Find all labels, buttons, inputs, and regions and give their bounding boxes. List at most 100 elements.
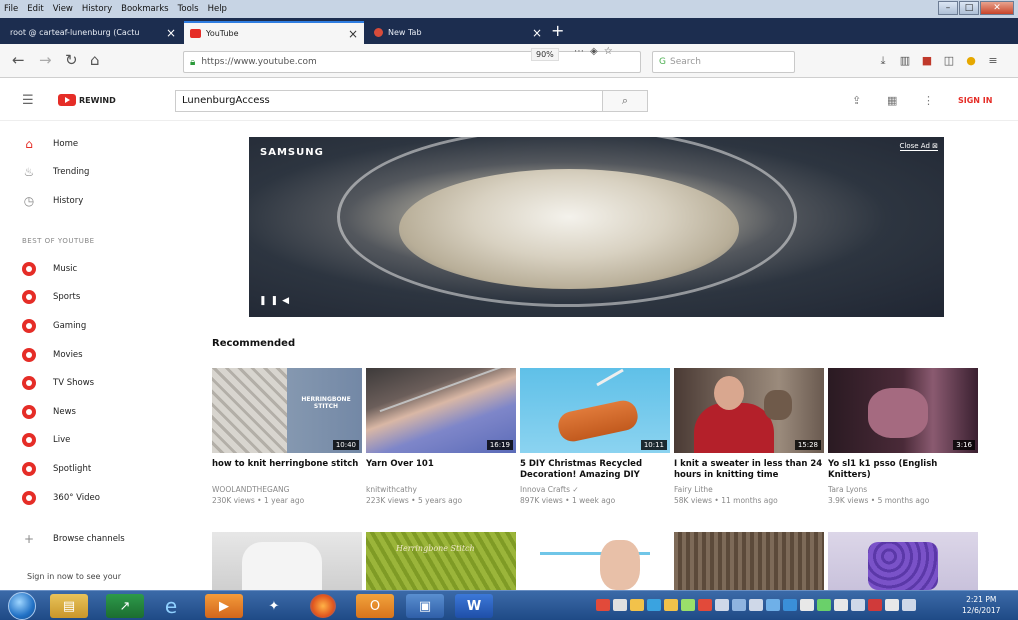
menu-edit[interactable]: Edit (27, 4, 43, 14)
start-button[interactable] (8, 592, 36, 620)
minimize-button[interactable]: – (938, 1, 958, 15)
video-channel[interactable]: Innova Crafts ✓ (520, 485, 670, 494)
video-title[interactable]: Yo sl1 k1 psso (English Knitters) (828, 459, 978, 481)
network-tray-icon[interactable] (851, 599, 865, 611)
maximize-button[interactable]: □ (959, 1, 979, 15)
video-card[interactable]: 15:28 I knit a sweater in less than 24 h… (674, 368, 824, 505)
tray-icon[interactable] (885, 599, 899, 611)
hamburger-menu-icon[interactable]: ≡ (982, 54, 1004, 68)
video-card[interactable]: HERRINGBONE STITCH 10:40 how to knit her… (212, 368, 362, 505)
internet-explorer-icon[interactable]: e (152, 594, 190, 618)
reload-icon[interactable]: ↻ (65, 52, 78, 68)
close-tab-icon[interactable]: × (166, 26, 176, 40)
tray-icon[interactable] (681, 599, 695, 611)
home-icon[interactable]: ⌂ (90, 52, 100, 68)
sidebar-item-news[interactable]: News (22, 403, 76, 421)
tab-cacti[interactable]: root @ carteaf-lunenburg (Cactu × (4, 21, 182, 44)
close-tab-icon[interactable]: × (348, 27, 358, 41)
volume-icon[interactable]: ◀ (282, 296, 293, 306)
sidebar-item-sports[interactable]: Sports (22, 288, 80, 306)
menu-history[interactable]: History (82, 4, 112, 14)
pause-icon[interactable]: ❚❚ (259, 296, 282, 306)
ad-playback-controls[interactable]: ❚❚◀ (259, 296, 293, 306)
tray-icon[interactable] (613, 599, 627, 611)
extension-icon[interactable]: ■ (916, 54, 938, 68)
video-card[interactable]: 16:19 Yarn Over 101 knitwithcathy 223K v… (366, 368, 516, 505)
url-bar[interactable]: 🔒︎ https://www.youtube.com (183, 51, 641, 73)
menu-file[interactable]: File (4, 4, 18, 14)
video-title[interactable]: Yarn Over 101 (366, 459, 516, 481)
youtube-search-button[interactable]: ⌕ (603, 90, 648, 112)
video-thumbnail[interactable]: 16:19 (366, 368, 516, 453)
settings-dots-icon[interactable]: ⋮ (923, 94, 934, 107)
upload-icon[interactable]: ⇪ (852, 94, 861, 107)
volume-tray-icon[interactable] (834, 599, 848, 611)
downloads-icon[interactable]: ⤓ (872, 54, 894, 68)
video-title[interactable]: 5 DIY Christmas Recycled Decoration! Ama… (520, 459, 670, 481)
tray-icon[interactable] (630, 599, 644, 611)
close-ad-button[interactable]: Close Ad ⊠ (899, 142, 938, 151)
close-window-button[interactable]: ✕ (980, 1, 1014, 15)
video-title[interactable]: how to knit herringbone stitch (212, 459, 362, 481)
tray-icon[interactable] (647, 599, 661, 611)
pocket-icon[interactable]: ◈ (590, 46, 604, 57)
video-thumbnail[interactable]: 10:11 (520, 368, 670, 453)
close-tab-icon[interactable]: × (532, 26, 542, 40)
apps-grid-icon[interactable]: ▦ (887, 94, 897, 107)
tray-icon[interactable] (596, 599, 610, 611)
more-actions-icon[interactable]: ⋯ (574, 46, 590, 57)
video-card[interactable]: 10:11 5 DIY Christmas Recycled Decoratio… (520, 368, 670, 505)
sign-in-button[interactable]: SIGN IN (958, 96, 992, 105)
tray-icon[interactable] (902, 599, 916, 611)
sidebar-item-home[interactable]: ⌂ Home (22, 135, 78, 153)
sidebar-item-tv-shows[interactable]: TV Shows (22, 374, 94, 392)
remote-desktop-icon[interactable]: ▣ (406, 594, 444, 618)
taskbar-clock[interactable]: 2:21 PM 12/6/2017 (962, 594, 1000, 616)
notification-icon[interactable]: ● (960, 54, 982, 68)
bookmark-star-icon[interactable]: ☆ (604, 46, 619, 57)
video-channel[interactable]: knitwithcathy (366, 485, 516, 494)
video-thumbnail[interactable] (674, 532, 824, 590)
tray-icon[interactable] (698, 599, 712, 611)
zoom-level[interactable]: 90% (531, 48, 559, 61)
menu-view[interactable]: View (53, 4, 73, 14)
sidebar-item-browse-channels[interactable]: + Browse channels (22, 530, 125, 548)
sidebar-item-movies[interactable]: Movies (22, 346, 83, 364)
video-thumbnail[interactable]: HERRINGBONE STITCH 10:40 (212, 368, 362, 453)
file-explorer-icon[interactable]: ▤ (50, 594, 88, 618)
menu-tools[interactable]: Tools (178, 4, 199, 14)
outlook-icon[interactable]: O (356, 594, 394, 618)
tray-icon[interactable] (749, 599, 763, 611)
video-thumbnail[interactable] (520, 532, 670, 590)
video-thumbnail[interactable] (212, 532, 362, 590)
tray-icon[interactable] (732, 599, 746, 611)
new-tab-button[interactable]: + (551, 22, 564, 40)
video-card[interactable]: 3:16 Yo sl1 k1 psso (English Knitters) T… (828, 368, 978, 505)
menu-help[interactable]: Help (208, 4, 227, 14)
sidebar-item-music[interactable]: Music (22, 260, 77, 278)
tray-icon[interactable] (783, 599, 797, 611)
sidebar-item-360-video[interactable]: 360° Video (22, 489, 100, 507)
youtube-search-input[interactable]: LunenburgAccess (175, 90, 603, 112)
youtube-logo[interactable]: REWIND (58, 94, 116, 106)
video-thumbnail[interactable]: Herringbone Stitch (366, 532, 516, 590)
chart-app-icon[interactable]: ↗ (106, 594, 144, 618)
sidebar-item-live[interactable]: Live (22, 431, 70, 449)
sidebar-item-history[interactable]: ◷ History (22, 192, 84, 210)
video-title[interactable]: I knit a sweater in less than 24 hours i… (674, 459, 824, 481)
tab-youtube[interactable]: YouTube × (184, 21, 364, 44)
library-icon[interactable]: ▥ (894, 54, 916, 68)
video-channel[interactable]: Tara Lyons (828, 485, 978, 494)
ad-banner[interactable]: SAMSUNG Close Ad ⊠ ❚❚◀ (249, 137, 944, 317)
video-thumbnail[interactable]: 15:28 (674, 368, 824, 453)
sidebar-item-gaming[interactable]: Gaming (22, 317, 86, 335)
video-thumbnail[interactable] (828, 532, 978, 590)
tray-icon[interactable] (766, 599, 780, 611)
sidebar-toggle-icon[interactable]: ◫ (938, 54, 960, 68)
network-app-icon[interactable]: ✦ (255, 594, 293, 618)
sidebar-item-trending[interactable]: ♨ Trending (22, 163, 90, 181)
guide-menu-icon[interactable]: ☰ (22, 93, 34, 108)
word-icon[interactable]: W (455, 594, 493, 618)
tray-icon[interactable] (800, 599, 814, 611)
video-channel[interactable]: Fairy Lithe (674, 485, 824, 494)
